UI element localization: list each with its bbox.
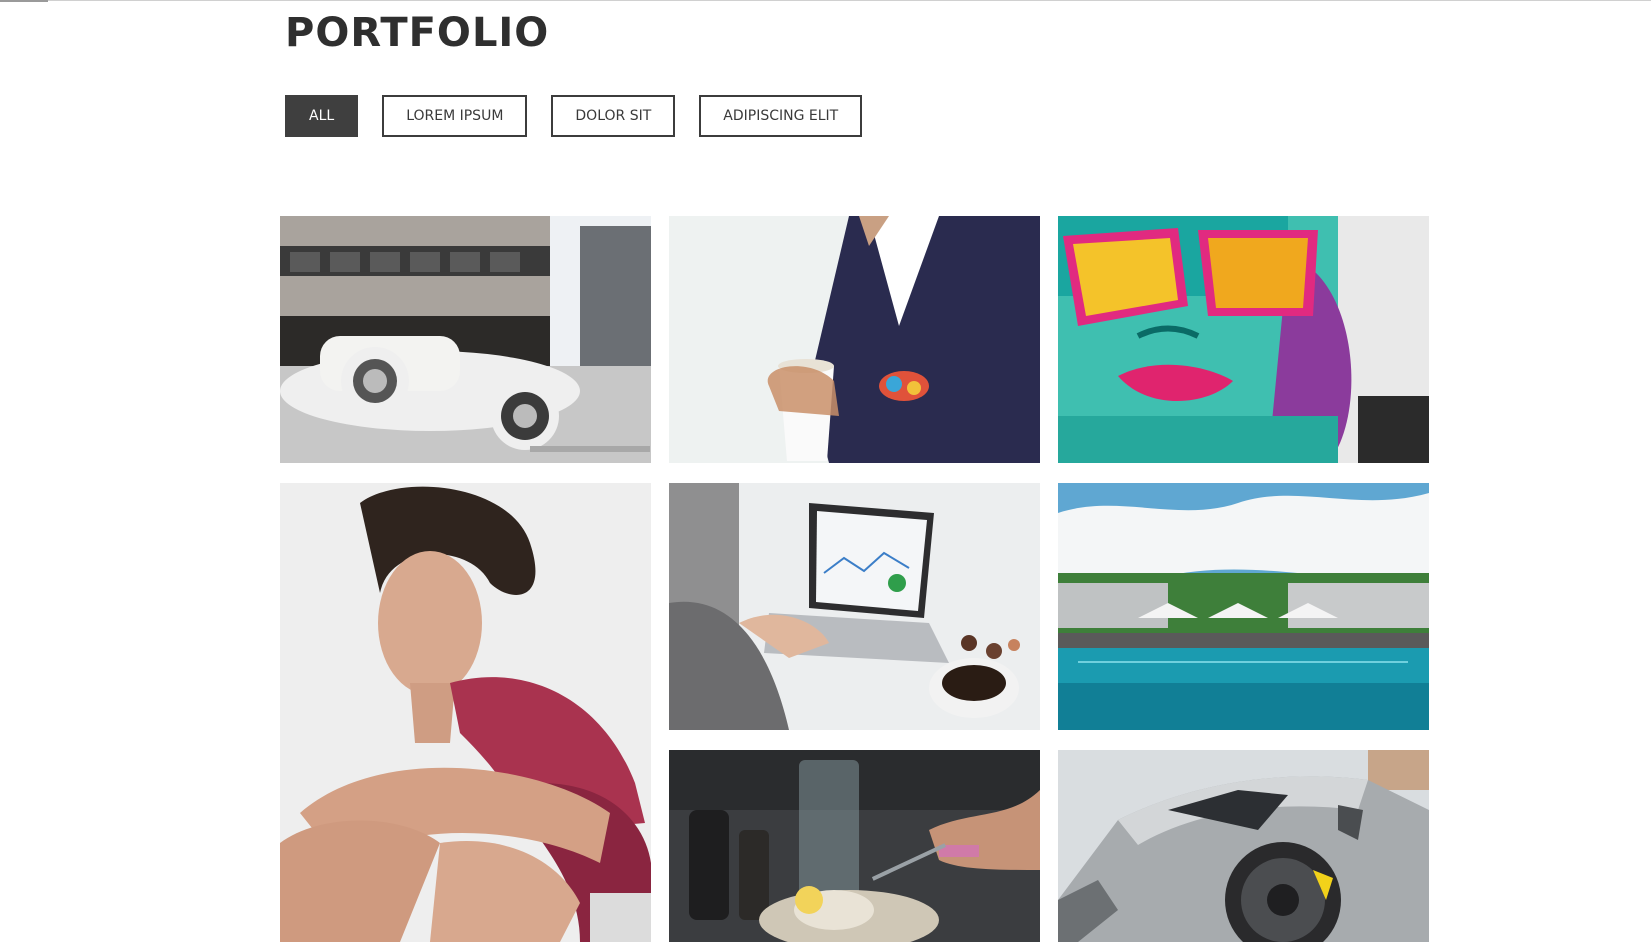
top-divider-accent (0, 0, 48, 2)
laptop-analytics-coffee-photo (669, 483, 1040, 730)
silver-sports-car-photo (1058, 750, 1429, 942)
filter-all-button[interactable]: ALL (285, 95, 359, 137)
portfolio-item-pool[interactable] (1058, 483, 1429, 730)
resort-pool-photo (1058, 483, 1429, 730)
fashion-model-red-dress-photo (280, 483, 651, 942)
portfolio-item-laptop[interactable] (669, 483, 1040, 730)
restaurant-table-photo (669, 750, 1040, 942)
page-title: PORTFOLIO (285, 10, 550, 56)
portfolio-item-man-suit[interactable] (669, 216, 1040, 463)
filter-lorem-ipsum-button[interactable]: LOREM IPSUM (382, 95, 528, 137)
filter-dolor-sit-button[interactable]: DOLOR SIT (551, 95, 676, 137)
portfolio-item-graffiti[interactable] (1058, 216, 1429, 463)
filter-bar: ALL LOREM IPSUM DOLOR SIT ADIPISCING ELI… (285, 95, 863, 137)
graffiti-woman-sunglasses-photo (1058, 216, 1429, 463)
portfolio-item-fashion-model[interactable] (280, 483, 651, 942)
filter-adipiscing-elit-button[interactable]: ADIPISCING ELIT (699, 95, 863, 137)
man-suit-coffee-photo (669, 216, 1040, 463)
portfolio-item-sports-car[interactable] (1058, 750, 1429, 942)
portfolio-item-restaurant[interactable] (669, 750, 1040, 942)
top-divider (0, 0, 1651, 1)
vintage-car-street-photo (280, 216, 651, 463)
portfolio-item-vintage-car[interactable] (280, 216, 651, 463)
